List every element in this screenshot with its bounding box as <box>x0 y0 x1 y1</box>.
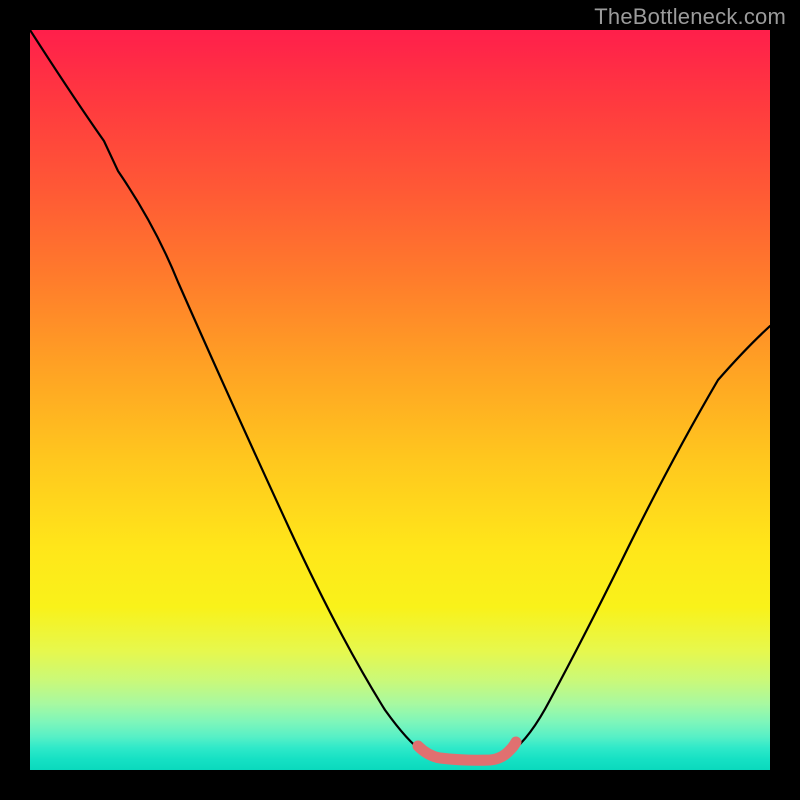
watermark-text: TheBottleneck.com <box>594 4 786 30</box>
floor-highlight-path <box>418 742 516 760</box>
chart-svg <box>30 30 770 770</box>
left-curve-path <box>30 30 423 752</box>
plot-area <box>30 30 770 770</box>
chart-frame: TheBottleneck.com <box>0 0 800 800</box>
right-curve-path <box>511 326 770 752</box>
